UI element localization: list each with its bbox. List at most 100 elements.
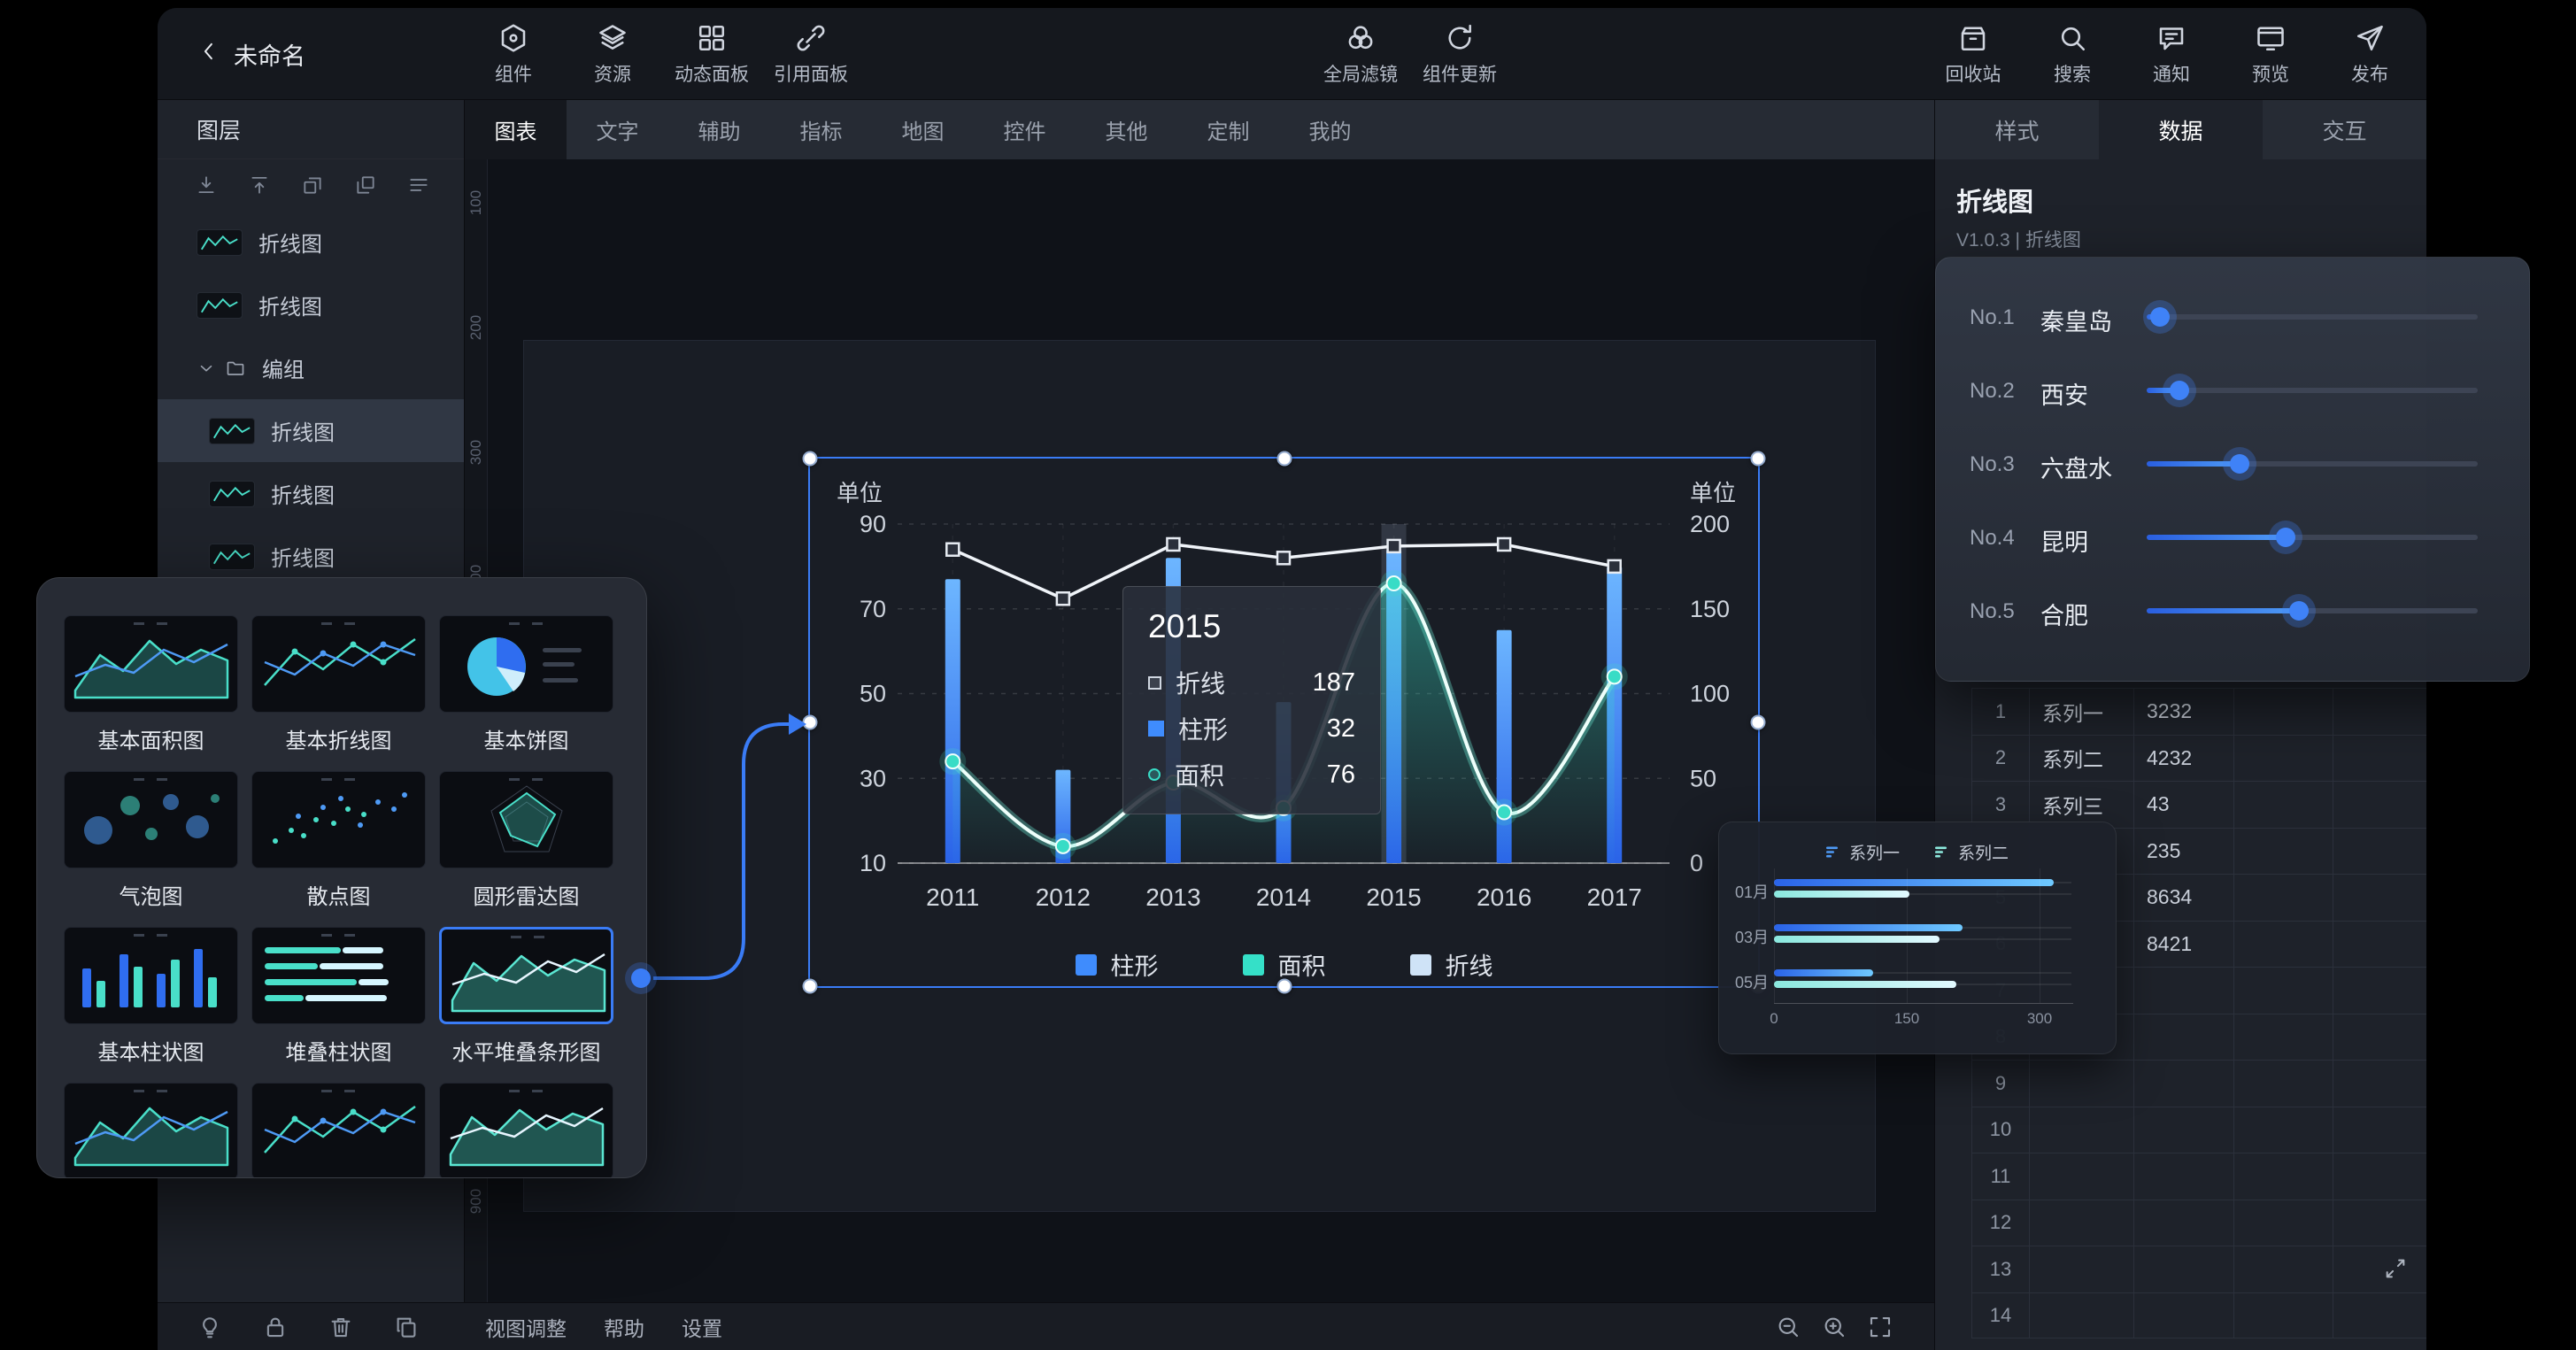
value-cell[interactable]: 235	[2134, 829, 2234, 875]
empty-cell[interactable]	[2234, 1153, 2333, 1200]
ranking-slider[interactable]	[2147, 535, 2478, 540]
inspector-tab[interactable]: 数据	[2099, 100, 2263, 159]
chart-type-pie[interactable]: 基本饼图	[439, 615, 613, 748]
category-tab[interactable]: 图表	[465, 100, 567, 159]
value-cell[interactable]	[2134, 1246, 2234, 1292]
layer-item-row[interactable]: 折线图	[158, 274, 464, 336]
layer-list-icon[interactable]	[407, 174, 430, 197]
series-name-cell[interactable]	[2030, 1246, 2134, 1292]
row-number-cell[interactable]: 14	[1972, 1293, 2030, 1338]
empty-cell[interactable]	[2234, 1246, 2333, 1292]
series-name-cell[interactable]	[2030, 1153, 2134, 1200]
row-number-cell[interactable]: 13	[1972, 1246, 2030, 1292]
empty-cell[interactable]	[2333, 922, 2426, 968]
lightbulb-icon[interactable]	[197, 1314, 223, 1340]
slider-handle[interactable]	[2276, 528, 2295, 547]
category-tab[interactable]: 文字	[567, 100, 668, 159]
row-number-cell[interactable]: 10	[1972, 1107, 2030, 1153]
bring-forward-icon[interactable]	[301, 174, 324, 197]
value-cell[interactable]	[2134, 1107, 2234, 1153]
inspector-tab[interactable]: 交互	[2263, 100, 2426, 159]
chart-type-line[interactable]: 基本折线图	[251, 615, 426, 748]
send-backward-icon[interactable]	[354, 174, 377, 197]
empty-cell[interactable]	[2234, 1200, 2333, 1246]
chart-type-harea[interactable]: 水平堆叠条形图	[439, 927, 613, 1060]
selection-handle[interactable]	[1751, 451, 1766, 467]
value-cell[interactable]: 8634	[2134, 875, 2234, 921]
empty-cell[interactable]	[2234, 782, 2333, 828]
value-cell[interactable]	[2134, 1153, 2234, 1200]
topbar-reference-panel-button[interactable]: 引用面板	[761, 17, 860, 87]
category-tab[interactable]: 指标	[770, 100, 872, 159]
value-cell[interactable]	[2134, 1014, 2234, 1061]
slider-handle[interactable]	[2289, 601, 2309, 621]
empty-cell[interactable]	[2234, 1014, 2333, 1061]
bottombar-menu-item[interactable]: 视图调整	[485, 1312, 567, 1342]
topbar-dynamic-panel-button[interactable]: 动态面板	[662, 17, 761, 87]
topbar-publish-button[interactable]: 发布	[2320, 17, 2419, 87]
chart-type-area[interactable]: 基本面积图	[64, 615, 238, 748]
inspector-tab[interactable]: 样式	[1935, 100, 2099, 159]
empty-cell[interactable]	[2333, 689, 2426, 735]
category-tab[interactable]: 定制	[1177, 100, 1279, 159]
empty-cell[interactable]	[2333, 875, 2426, 921]
series-name-cell[interactable]	[2030, 1200, 2134, 1246]
category-tab[interactable]: 我的	[1279, 100, 1381, 159]
ranking-slider[interactable]	[2147, 388, 2478, 393]
empty-cell[interactable]	[2333, 782, 2426, 828]
chart-type-partial[interactable]	[251, 1083, 426, 1178]
topbar-notification-button[interactable]: 通知	[2122, 17, 2221, 87]
ranking-slider[interactable]	[2147, 461, 2478, 467]
series-name-cell[interactable]: 系列三	[2030, 782, 2134, 828]
topbar-resource-button[interactable]: 资源	[563, 17, 662, 87]
canvas-area[interactable]: 100200300400500600700800900 单位单位90705030…	[465, 159, 1934, 1302]
selection-handle[interactable]	[1751, 715, 1766, 730]
mini-chart-panel[interactable]: 系列一系列二 01月03月05月0150300	[1718, 822, 2117, 1054]
back-button[interactable]: 未命名	[197, 8, 305, 100]
copy-icon[interactable]	[393, 1314, 420, 1340]
topbar-preview-button[interactable]: 预览	[2221, 17, 2320, 87]
chart-type-bubble[interactable]: 气泡图	[64, 771, 238, 904]
row-number-cell[interactable]: 9	[1972, 1061, 2030, 1107]
selected-chart-component[interactable]: 单位单位907050301020015010050020112012201320…	[808, 457, 1760, 988]
chart-type-scatter[interactable]: 散点图	[251, 771, 426, 904]
chart-type-radar[interactable]: 圆形雷达图	[439, 771, 613, 904]
value-cell[interactable]	[2134, 1061, 2234, 1107]
layer-item-row[interactable]: 折线图	[158, 211, 464, 274]
empty-cell[interactable]	[2234, 736, 2333, 782]
chart-type-hstack[interactable]: 堆叠柱状图	[251, 927, 426, 1060]
selection-handle[interactable]	[803, 451, 818, 467]
zoom-out-icon[interactable]	[1775, 1314, 1801, 1340]
empty-cell[interactable]	[2333, 1061, 2426, 1107]
empty-cell[interactable]	[2333, 968, 2426, 1014]
empty-cell[interactable]	[2234, 689, 2333, 735]
empty-cell[interactable]	[2234, 1061, 2333, 1107]
topbar-global-filter-button[interactable]: 全局滤镜	[1311, 17, 1410, 87]
topbar-component-button[interactable]: 组件	[464, 17, 563, 87]
expand-table-icon[interactable]	[2383, 1256, 2408, 1285]
category-tab[interactable]: 辅助	[668, 100, 770, 159]
empty-cell[interactable]	[2234, 1293, 2333, 1338]
bottombar-menu-item[interactable]: 设置	[682, 1312, 722, 1342]
category-tab[interactable]: 控件	[974, 100, 1076, 159]
connector-dot[interactable]	[631, 968, 651, 988]
layer-group-row[interactable]: 编组	[158, 336, 464, 399]
empty-cell[interactable]	[2234, 922, 2333, 968]
series-name-cell[interactable]: 系列二	[2030, 736, 2134, 782]
topbar-recycle-bin-button[interactable]: 回收站	[1924, 17, 2023, 87]
selection-handle[interactable]	[1276, 451, 1292, 467]
legend-item[interactable]: 折线	[1410, 947, 1493, 982]
empty-cell[interactable]	[2333, 1107, 2426, 1153]
empty-cell[interactable]	[2333, 829, 2426, 875]
empty-cell[interactable]	[2333, 736, 2426, 782]
topbar-search-button[interactable]: 搜索	[2023, 17, 2122, 87]
series-name-cell[interactable]	[2030, 1061, 2134, 1107]
empty-cell[interactable]	[2234, 968, 2333, 1014]
selection-handle[interactable]	[1276, 979, 1292, 994]
empty-cell[interactable]	[2333, 1200, 2426, 1246]
series-name-cell[interactable]: 系列一	[2030, 689, 2134, 735]
chart-type-bar[interactable]: 基本柱状图	[64, 927, 238, 1060]
value-cell[interactable]: 8421	[2134, 922, 2234, 968]
ranking-slider[interactable]	[2147, 314, 2478, 320]
row-number-cell[interactable]: 2	[1972, 736, 2030, 782]
